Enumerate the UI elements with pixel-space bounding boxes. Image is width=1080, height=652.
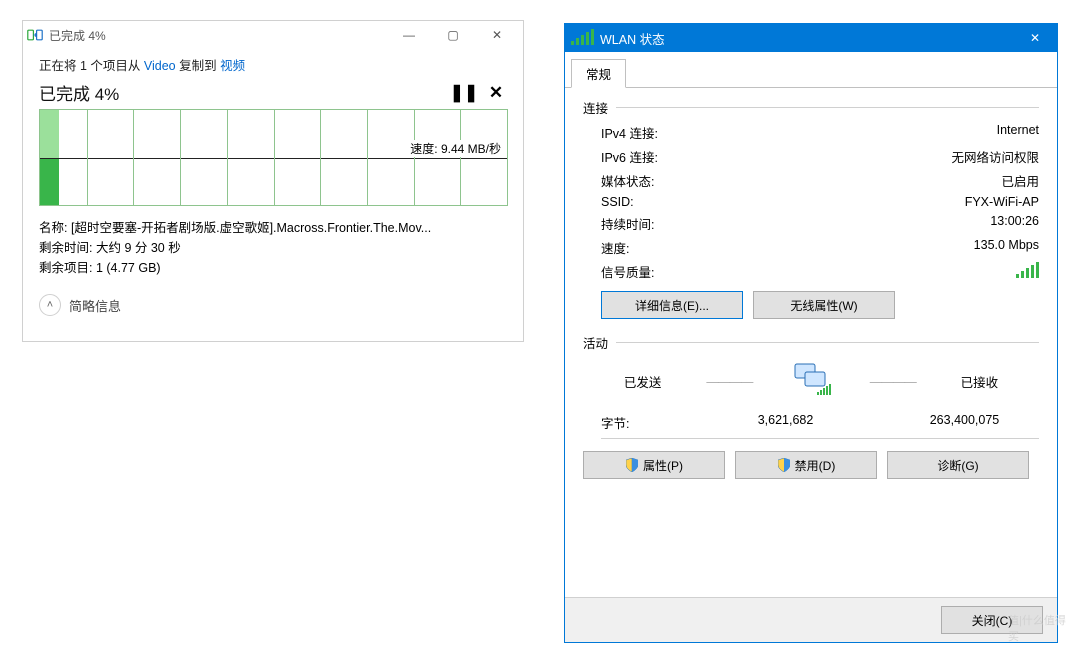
duration-value: 13:00:26 (711, 214, 1039, 233)
minimize-icon: — (403, 28, 415, 42)
speed-chart: 速度: 9.44 MB/秒 (39, 109, 508, 206)
ipv6-value: 无网络访问权限 (711, 147, 1039, 166)
received-label: 已接收 (920, 372, 1039, 391)
bytes-sent: 3,621,682 (711, 413, 890, 432)
copy-details: 名称: [超时空要塞-开拓者剧场版.虚空歌姬].Macross.Frontier… (39, 218, 507, 278)
window-title: 已完成 4% (49, 27, 387, 44)
copy-status-row: 已完成 4% ❚❚ ✕ (39, 80, 507, 105)
diagnose-button[interactable]: 诊断(G) (887, 451, 1029, 479)
source-link[interactable]: Video (144, 59, 176, 73)
sent-label: 已发送 (583, 372, 702, 391)
titlebar[interactable]: 已完成 4% — ▢ ✕ (23, 21, 523, 49)
shield-icon (777, 458, 791, 472)
signal-bars-icon (1016, 262, 1039, 278)
maximize-button[interactable]: ▢ (431, 21, 475, 49)
close-icon: ✕ (1030, 31, 1040, 45)
signal-icon (571, 29, 594, 48)
cancel-button[interactable]: ✕ (485, 82, 507, 104)
minimize-button[interactable]: — (387, 21, 431, 49)
tabstrip: 常规 (565, 52, 1057, 88)
pause-button[interactable]: ❚❚ (453, 82, 475, 104)
file-name: [超时空要塞-开拓者剧场版.虚空歌姬].Macross.Frontier.The… (71, 221, 431, 235)
close-button[interactable]: ✕ (1013, 24, 1057, 52)
chevron-up-icon: ˄ (39, 294, 61, 316)
details-button[interactable]: 详细信息(E)... (601, 291, 743, 319)
shield-icon (625, 458, 639, 472)
media-value: 已启用 (711, 171, 1039, 190)
copy-status: 已完成 4% (39, 80, 119, 105)
toggle-details[interactable]: ˄ 简略信息 (39, 294, 507, 316)
close-button[interactable]: ✕ (475, 21, 519, 49)
signal-quality (711, 262, 1039, 281)
activity-group: 活动 已发送 ———— (583, 333, 1039, 479)
dialog-footer: 关闭(C) (565, 597, 1057, 642)
connection-group: 连接 IPv4 连接:Internet IPv6 连接:无网络访问权限 媒体状态… (583, 98, 1039, 319)
close-dialog-button[interactable]: 关闭(C) (941, 606, 1043, 634)
window-title: WLAN 状态 (600, 29, 1013, 48)
titlebar[interactable]: WLAN 状态 ✕ (565, 24, 1057, 52)
close-icon: ✕ (492, 28, 502, 42)
speed-label: 速度: 9.44 MB/秒 (408, 140, 503, 157)
copy-from-to: 正在将 1 个项目从 Video 复制到 视频 (39, 55, 507, 74)
disable-button[interactable]: 禁用(D) (735, 451, 877, 479)
items-remaining: 1 (4.77 GB) (96, 261, 161, 275)
time-remaining: 大约 9 分 30 秒 (96, 241, 181, 255)
properties-button[interactable]: 属性(P) (583, 451, 725, 479)
file-copy-dialog: 已完成 4% — ▢ ✕ 正在将 1 个项目从 Video 复制到 视频 已完成… (23, 21, 523, 341)
speed-value: 135.0 Mbps (711, 238, 1039, 257)
copy-progress-icon (27, 27, 43, 43)
network-icon (756, 360, 865, 403)
wireless-properties-button[interactable]: 无线属性(W) (753, 291, 895, 319)
dest-link[interactable]: 视频 (220, 59, 245, 73)
maximize-icon: ▢ (447, 28, 458, 42)
bytes-received: 263,400,075 (890, 413, 1039, 432)
ipv4-value: Internet (711, 123, 1039, 142)
ssid-value: FYX-WiFi-AP (711, 195, 1039, 209)
tab-general[interactable]: 常规 (571, 59, 626, 88)
wlan-status-window: WLAN 状态 ✕ 常规 连接 IPv4 连接:Internet IPv6 连接… (564, 23, 1058, 643)
